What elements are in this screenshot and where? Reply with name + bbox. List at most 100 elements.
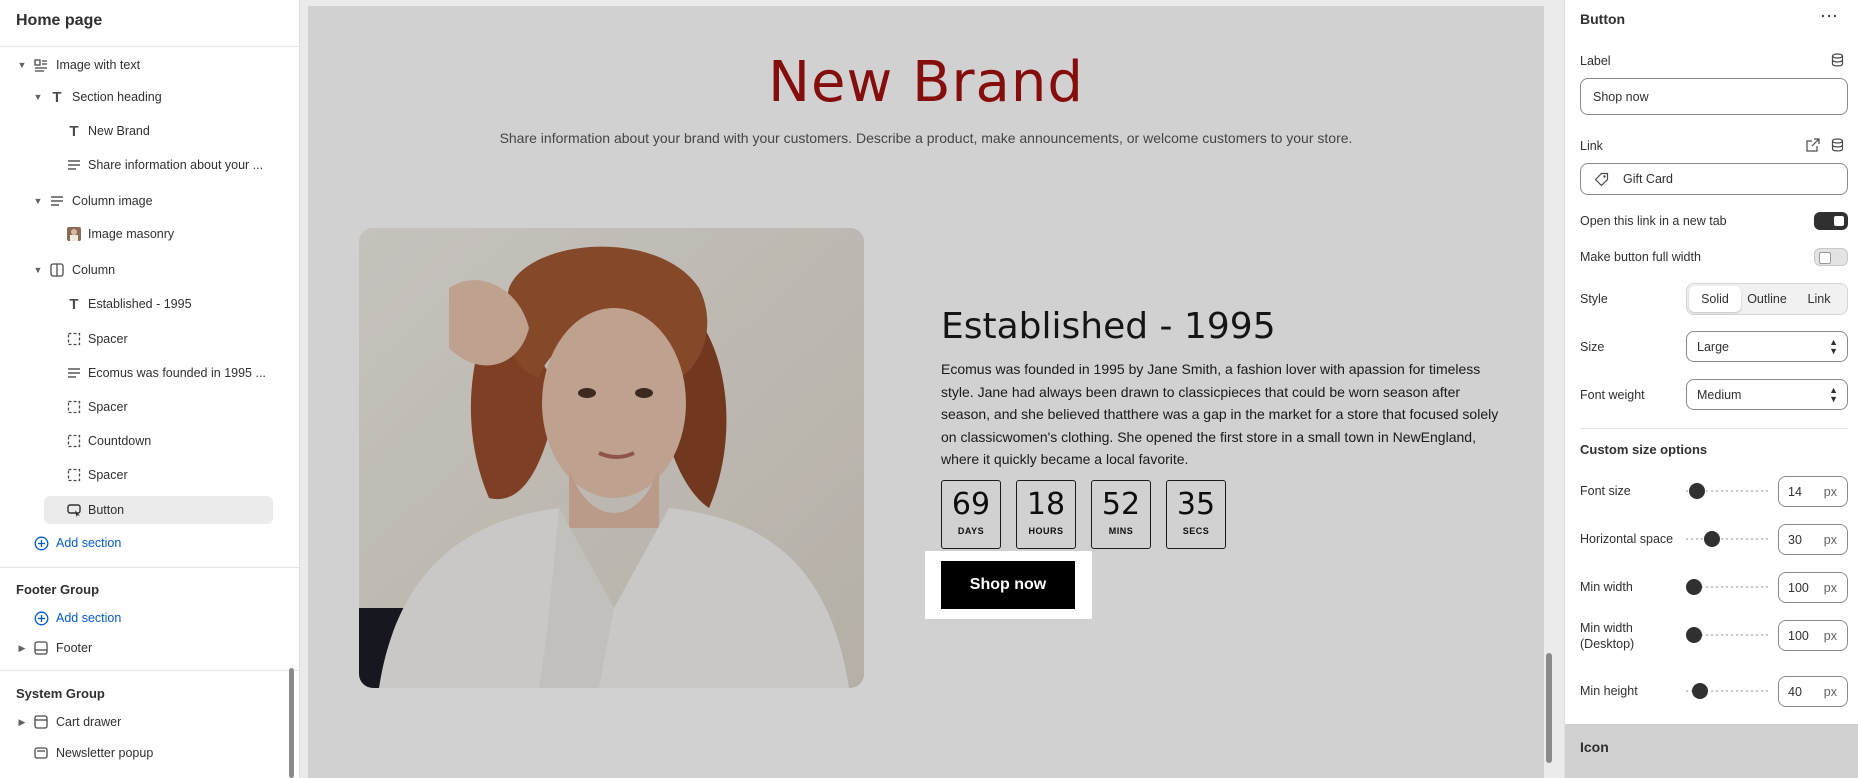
tree-item-column-image[interactable]: ▼ Column image	[0, 187, 290, 215]
image-thumb-icon	[66, 226, 82, 242]
tree-item-label: Image masonry	[88, 227, 175, 241]
sidebar-scrollbar[interactable]	[289, 668, 294, 778]
min-width-slider[interactable]	[1686, 579, 1768, 595]
select-arrows-icon: ▲ ▼	[1829, 385, 1838, 404]
countdown-unit: DAYS	[957, 526, 985, 536]
min-width-desktop-slider[interactable]	[1686, 627, 1768, 643]
new-tab-toggle[interactable]	[1814, 212, 1848, 230]
footer-icon	[33, 640, 49, 656]
tree-item-label: Image with text	[56, 58, 141, 72]
font-size-slider[interactable]	[1686, 483, 1768, 499]
chevron-down-icon[interactable]: ▼	[32, 196, 44, 206]
story-paragraph[interactable]: Ecomus was founded in 1995 by Jane Smith…	[941, 358, 1501, 471]
tree-item-new-brand[interactable]: T New Brand	[0, 117, 290, 145]
tree-item-label: Footer	[56, 641, 93, 655]
preview-scrollbar[interactable]	[1546, 653, 1552, 763]
link-input[interactable]: Gift Card	[1580, 163, 1848, 195]
brand-description[interactable]: Share information about your brand with …	[308, 130, 1544, 146]
chevron-down-icon[interactable]: ▼	[16, 60, 28, 70]
tree-item-button[interactable]: Button	[0, 496, 290, 524]
column-image[interactable]	[359, 228, 864, 688]
tree-item-spacer[interactable]: Spacer	[0, 393, 290, 421]
tree-item-column[interactable]: ▼ Column	[0, 256, 290, 284]
add-section-label: Add section	[56, 611, 122, 625]
text-icon: T	[69, 122, 79, 140]
min-height-slider[interactable]	[1686, 683, 1768, 699]
slider-knob[interactable]	[1686, 579, 1702, 595]
divider	[0, 670, 299, 671]
tree-item-spacer[interactable]: Spacer	[0, 325, 290, 353]
more-options-icon[interactable]: ⋯	[1820, 6, 1838, 27]
tree-item-label: Countdown	[88, 434, 152, 448]
countdown-mins: 52 MINS	[1091, 480, 1151, 549]
spacer-icon	[66, 399, 82, 415]
tree-item-spacer[interactable]: Spacer	[0, 461, 290, 489]
paragraph-icon	[66, 365, 82, 381]
tree-item-label: Cart drawer	[56, 715, 122, 729]
tree-item-countdown[interactable]: Countdown	[0, 427, 290, 455]
tree-item-footer[interactable]: ▶ Footer	[0, 634, 290, 662]
size-select[interactable]: Large ▲ ▼	[1686, 331, 1848, 362]
panel-dim-overlay	[1565, 724, 1858, 778]
min-width-input[interactable]: 100 px	[1778, 572, 1848, 603]
shop-now-button[interactable]: Shop now	[941, 561, 1075, 609]
slider-knob[interactable]	[1704, 531, 1720, 547]
size-value: Large	[1697, 339, 1729, 354]
chevron-right-icon[interactable]: ▶	[16, 643, 28, 654]
slider-knob[interactable]	[1692, 683, 1708, 699]
tree-item-newsletter-popup[interactable]: Newsletter popup	[0, 739, 290, 767]
tree-item-label: Newsletter popup	[56, 746, 154, 760]
min-width-desktop-input[interactable]: 100 px	[1778, 620, 1848, 651]
horizontal-space-label: Horizontal space	[1580, 532, 1674, 546]
tree-item-share-info[interactable]: Share information about your ...	[0, 151, 290, 179]
tree-item-image-masonry[interactable]: Image masonry	[0, 220, 290, 248]
external-link-icon[interactable]	[1806, 138, 1820, 155]
countdown-days: 69 DAYS	[941, 480, 1001, 549]
preview-canvas[interactable]: New Brand Share information about your b…	[308, 6, 1544, 778]
plus-circle-icon	[33, 610, 49, 626]
chevron-down-icon[interactable]: ▼	[32, 92, 44, 102]
tree-item-established[interactable]: T Established - 1995	[0, 290, 290, 318]
select-arrows-icon: ▲ ▼	[1829, 337, 1838, 356]
min-height-input[interactable]: 40 px	[1778, 676, 1848, 707]
tree-item-label: Button	[88, 503, 125, 517]
tree-item-ecomus[interactable]: Ecomus was founded in 1995 ...	[0, 359, 290, 387]
unit-label: px	[1823, 484, 1837, 499]
horizontal-space-input[interactable]: 30 px	[1778, 524, 1848, 555]
footer-add-section-link[interactable]: Add section	[0, 604, 290, 632]
unit-label: px	[1823, 684, 1837, 699]
tree-item-label: Ecomus was founded in 1995 ...	[88, 366, 266, 380]
countdown-unit: SECS	[1182, 526, 1210, 536]
database-icon[interactable]	[1831, 53, 1844, 70]
add-section-link[interactable]: Add section	[0, 529, 290, 557]
countdown-unit: HOURS	[1028, 526, 1064, 536]
custom-size-heading: Custom size options	[1580, 442, 1708, 457]
brand-heading[interactable]: New Brand	[308, 50, 1544, 115]
unit-label: px	[1823, 628, 1837, 643]
min-width-value: 100	[1788, 580, 1809, 595]
column-icon	[49, 262, 65, 278]
chevron-down-icon[interactable]: ▼	[32, 265, 44, 275]
style-option-solid[interactable]: Solid	[1689, 286, 1741, 312]
chevron-right-icon[interactable]: ▶	[16, 717, 28, 728]
database-icon[interactable]	[1831, 138, 1844, 155]
section-heading[interactable]: Established - 1995	[941, 306, 1276, 347]
plus-circle-icon	[33, 535, 49, 551]
countdown-unit: MINS	[1108, 526, 1134, 536]
horizontal-space-slider[interactable]	[1686, 531, 1768, 547]
divider	[1580, 428, 1848, 429]
slider-knob[interactable]	[1689, 483, 1705, 499]
min-width-label: Min width	[1580, 580, 1633, 594]
tree-item-label: Column image	[72, 194, 153, 208]
font-size-input[interactable]: 14 px	[1778, 476, 1848, 507]
label-input[interactable]: Shop now	[1580, 78, 1848, 115]
tree-item-section-heading[interactable]: ▼ T Section heading	[0, 83, 290, 111]
font-weight-select[interactable]: Medium ▲ ▼	[1686, 379, 1848, 410]
full-width-toggle[interactable]	[1814, 248, 1848, 266]
style-option-outline[interactable]: Outline	[1741, 286, 1793, 312]
tree-item-image-with-text[interactable]: ▼ Image with text	[0, 51, 290, 79]
cart-drawer-icon	[33, 714, 49, 730]
slider-knob[interactable]	[1686, 627, 1702, 643]
tree-item-cart-drawer[interactable]: ▶ Cart drawer	[0, 708, 290, 736]
style-option-link[interactable]: Link	[1793, 286, 1845, 312]
